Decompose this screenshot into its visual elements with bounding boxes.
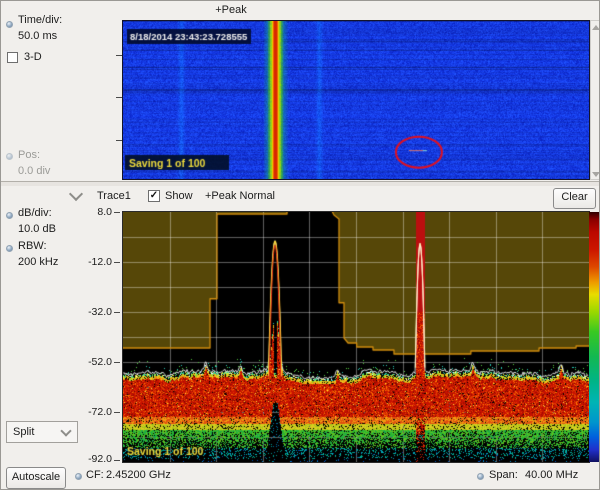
autoscale-button[interactable]: Autoscale [6,467,66,489]
clear-button[interactable]: Clear [553,188,596,209]
spectrogram-tick [116,97,122,98]
spectrogram-tick [116,55,122,56]
spectrum-canvas[interactable] [123,212,589,462]
db-div-value[interactable]: 10.0 dB [18,223,56,235]
app-window: Time/div: 50.0 ms 3-D Pos: 0.0 div +Peak… [0,0,600,490]
dropdown-chevron-icon [60,425,71,436]
db-div-label: dB/div: [18,207,52,219]
y-axis-label: -72.0 [62,406,112,418]
db-div-icon [6,212,13,219]
y-axis-tick [114,212,120,213]
time-div-label: Time/div: [18,14,62,26]
y-axis-label: -92.0 [62,453,112,465]
rbw-label: RBW: [18,240,47,252]
spectrogram-plot[interactable] [122,20,590,180]
time-div-value[interactable]: 50.0 ms [18,30,57,42]
scroll-down-icon[interactable] [592,172,600,177]
spectrogram-tick [116,140,122,141]
spectrum-plot[interactable] [122,211,590,463]
panel-divider-band[interactable] [1,182,600,186]
trace-collapse-chevron-icon[interactable] [69,187,83,201]
rbw-icon [6,245,13,252]
split-view-dropdown-value: Split [13,426,34,438]
spectrogram-detector-title: +Peak [181,4,281,16]
rbw-value[interactable]: 200 kHz [18,256,58,268]
density-color-scale [589,212,600,462]
time-div-icon [6,21,13,28]
cf-icon [75,473,82,480]
pos-value: 0.0 div [18,165,50,177]
cf-value[interactable]: 2.45200 GHz [106,469,171,481]
spectrogram-scrollbar[interactable] [590,20,600,180]
show-checkbox-label: Show [165,190,193,202]
3d-checkbox-label: 3-D [24,51,42,63]
y-axis-tick [114,412,120,413]
pos-label: Pos: [18,149,40,161]
trace-name[interactable]: Trace1 [97,190,131,202]
y-axis-tick [114,262,120,263]
span-value[interactable]: 40.00 MHz [525,469,578,481]
scroll-up-icon[interactable] [592,25,600,30]
y-axis-label: -52.0 [62,356,112,368]
y-axis-label: -12.0 [62,256,112,268]
y-axis-tick [114,460,120,461]
span-icon [477,473,484,480]
span-label: Span: [489,469,518,481]
pos-icon [6,153,13,160]
trace-detector-label: +Peak Normal [205,190,275,202]
y-axis-tick [114,362,120,363]
show-checkbox[interactable]: ✓ [148,190,160,202]
y-axis-label: -32.0 [62,306,112,318]
y-axis-tick [114,312,120,313]
cf-label: CF: [86,469,104,481]
spectrogram-canvas[interactable] [123,21,589,179]
split-view-dropdown[interactable]: Split [6,421,78,443]
3d-checkbox[interactable] [7,52,18,63]
y-axis-label: 8.0 [62,206,112,218]
